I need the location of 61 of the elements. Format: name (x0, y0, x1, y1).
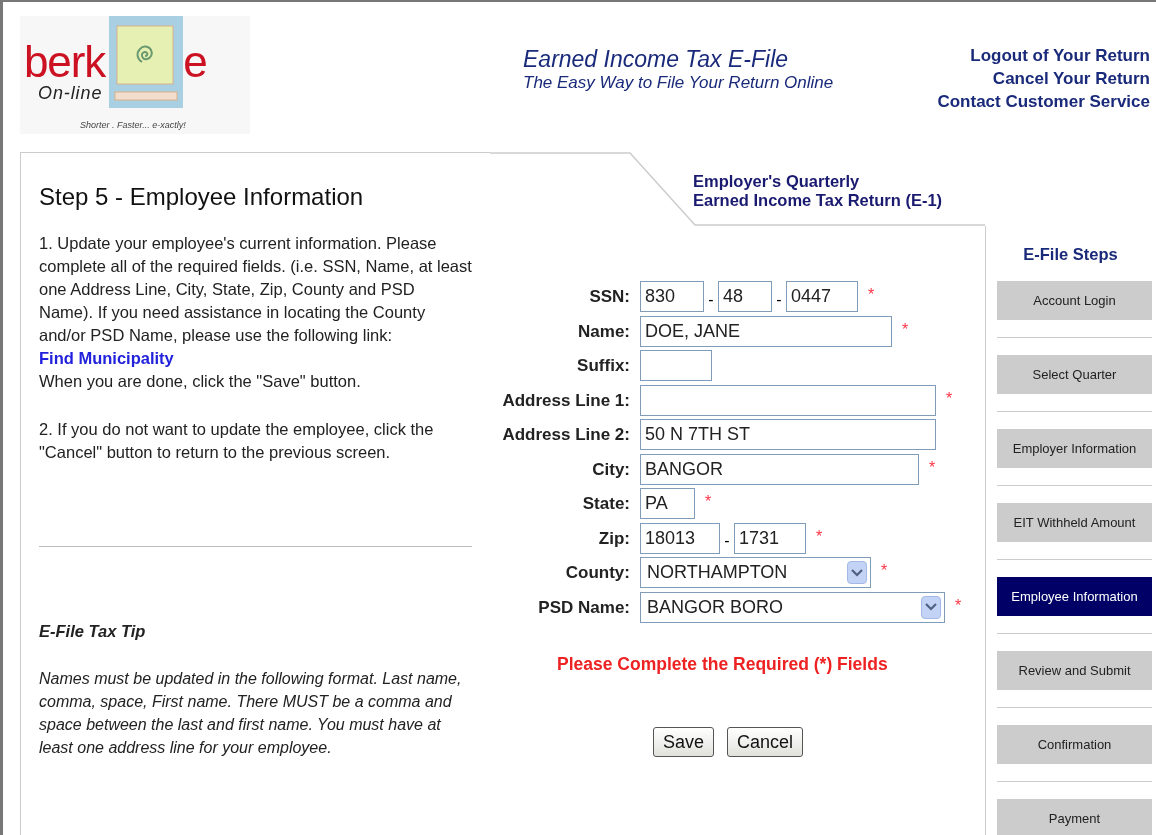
field-label: Address Line 2: (501, 424, 631, 446)
header-link[interactable]: Cancel Your Return (992, 67, 1150, 90)
required-mark: * (881, 561, 888, 581)
instruction-text: 1. Update your employee's current information. Please complete all of the required fields. (i.e. SSN, Name, at least one Address Line, City, State, Zip, County and PSD Name). If you need assistance in locating the County and/or PSD Name, please use the following link: Find Municipality When you are done, click the "Save" button. (39, 233, 472, 392)
field-label: PSD Name: (537, 596, 631, 619)
separator-text: - (723, 531, 731, 552)
field-label: SSN: (588, 286, 631, 308)
error-message: Please Complete the Required (*) Fields (557, 653, 889, 676)
step-item[interactable]: EIT Withheld Amount (997, 502, 1152, 542)
input-field[interactable]: 0447 (786, 281, 858, 313)
input-field[interactable]: 1731 (734, 522, 806, 554)
logo: berk On-line e Shorter . Faster... e-xactly! (20, 16, 250, 134)
dropdown[interactable]: BANGOR BORO (640, 591, 945, 623)
input-field[interactable]: 830 (640, 281, 704, 313)
tip-title: E-File Tax Tip (39, 621, 147, 642)
required-mark: * (868, 285, 875, 305)
field-label: Address Line 1: (501, 389, 631, 412)
required-mark: * (816, 526, 823, 547)
field-label: Name: (577, 320, 631, 343)
dropdown[interactable]: NORTHAMPTON (640, 557, 871, 589)
chevron-down-icon (847, 561, 867, 585)
required-mark: * (902, 319, 909, 340)
required-mark: * (929, 457, 936, 478)
step-item[interactable]: Select Quarter (997, 354, 1152, 394)
separator-text: - (707, 289, 715, 310)
header-title: Earned Income Tax E-File (523, 46, 790, 72)
input-field[interactable]: BANGOR (640, 453, 919, 485)
save-button[interactable]: Save (653, 727, 715, 758)
input-field[interactable]: 48 (718, 281, 772, 313)
page-title: Step 5 - Employee Information (39, 182, 365, 212)
input-field[interactable]: DOE, JANE (640, 315, 892, 347)
field-label: State: (581, 493, 631, 515)
field-label: County: (564, 562, 631, 584)
header-subtitle: The Easy Way to File Your Return Online (523, 72, 834, 94)
input-field[interactable]: 18013 (640, 522, 720, 554)
header-link[interactable]: Contact Customer Service (937, 90, 1150, 113)
required-mark: * (705, 492, 712, 512)
field-label: City: (591, 458, 631, 481)
step-item[interactable]: Employee Information (997, 576, 1152, 616)
header-link[interactable]: Logout of Your Return (970, 44, 1150, 67)
step-item[interactable]: Employer Information (997, 428, 1152, 468)
step-item[interactable]: Confirmation (997, 724, 1152, 764)
input-field[interactable] (640, 384, 936, 416)
instruction-text: 2. If you do not want to update the employee, click the "Cancel" button to return to the previous screen. (39, 419, 435, 463)
steps-title: E-File Steps (1023, 244, 1118, 265)
step-item[interactable]: Account Login (997, 280, 1152, 320)
required-mark: * (946, 388, 953, 409)
input-field[interactable]: PA (640, 488, 695, 520)
tip-text: Names must be updated in the following format. Last name, comma, space, First name. There MUST be a comma and space between the last and first name. You must have at least one address line for your employee. (39, 668, 463, 758)
chevron-down-icon (921, 595, 941, 619)
separator-text: - (775, 289, 783, 310)
cancel-button[interactable]: Cancel (727, 727, 804, 758)
input-field[interactable] (640, 350, 712, 382)
step-item[interactable]: Payment (997, 798, 1152, 835)
find-municipality-link[interactable]: Find Municipality (39, 349, 174, 367)
step-item[interactable]: Review and Submit (997, 650, 1152, 690)
form-tab-title: Employer's Quarterly Earned Income Tax Return (E-1) (693, 172, 943, 210)
required-mark: * (955, 595, 962, 616)
field-label: Suffix: (576, 355, 631, 377)
input-field[interactable]: 50 N 7TH ST (640, 419, 936, 451)
field-label: Zip: (597, 527, 631, 550)
